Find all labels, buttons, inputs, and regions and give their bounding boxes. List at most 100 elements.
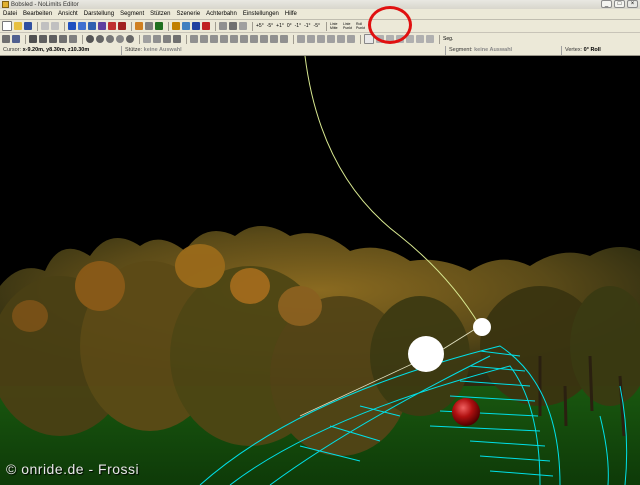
segment-tool-icon[interactable]: [68, 22, 76, 30]
support-tool-icon[interactable]: [327, 35, 335, 43]
roll-point-button[interactable]: Roll Punkt: [356, 22, 366, 30]
train-icon[interactable]: [98, 22, 106, 30]
pin-icon[interactable]: [250, 35, 258, 43]
sphere-icon[interactable]: [126, 35, 134, 43]
new-file-icon[interactable]: [2, 21, 12, 31]
pin-icon[interactable]: [426, 35, 434, 43]
angle-minus5[interactable]: -5°: [267, 23, 273, 29]
separator: [360, 34, 361, 44]
angle-plus5[interactable]: +5°: [256, 23, 264, 29]
pin-icon[interactable]: [270, 35, 278, 43]
control-point-small[interactable]: [473, 318, 491, 336]
pin-icon[interactable]: [200, 35, 208, 43]
angle-zero[interactable]: 0°: [287, 23, 292, 29]
globe-icon[interactable]: [182, 22, 190, 30]
menu-darstellung[interactable]: Darstellung: [81, 11, 117, 17]
pin-icon[interactable]: [230, 35, 238, 43]
sphere-icon[interactable]: [96, 35, 104, 43]
line-point-button[interactable]: Linie Punkt: [343, 22, 353, 30]
separator: [186, 34, 187, 44]
pin-icon[interactable]: [210, 35, 218, 43]
heart-icon[interactable]: [143, 35, 151, 43]
separator: [25, 34, 26, 44]
menu-bearbeiten[interactable]: Bearbeiten: [20, 11, 55, 17]
support-tool-icon[interactable]: [337, 35, 345, 43]
vertex-red-ball[interactable]: [452, 398, 480, 426]
delete-icon[interactable]: [118, 22, 126, 30]
minimize-button[interactable]: _: [601, 0, 612, 8]
link-icon[interactable]: [59, 35, 67, 43]
warning-icon[interactable]: [192, 22, 200, 30]
square-icon[interactable]: [163, 35, 171, 43]
status-segment: Segment: keine Auswahl: [446, 45, 562, 55]
pin-icon[interactable]: [220, 35, 228, 43]
station-icon[interactable]: [108, 22, 116, 30]
pin-icon[interactable]: [190, 35, 198, 43]
separator: [326, 21, 327, 31]
status-bar: Cursor: x-9.20m, y8.30m, z10.30m Stütze:…: [0, 45, 640, 56]
view-icon[interactable]: [229, 22, 237, 30]
control-point-large[interactable]: [408, 336, 444, 372]
angle-plus1[interactable]: +1°: [276, 23, 284, 29]
pin-icon[interactable]: [260, 35, 268, 43]
support-tool-icon[interactable]: [347, 35, 355, 43]
node-icon[interactable]: [49, 35, 57, 43]
menu-hilfe[interactable]: Hilfe: [282, 11, 300, 17]
support-tool-icon[interactable]: [307, 35, 315, 43]
stuetze-label: Stütze:: [125, 46, 143, 53]
stop-icon[interactable]: [202, 22, 210, 30]
cursor-value: x-9.20m, y8.30m, z10.30m: [22, 46, 90, 53]
save-icon[interactable]: [24, 22, 32, 30]
pencil-icon[interactable]: [39, 35, 47, 43]
segment-value: keine Auswahl: [474, 46, 513, 53]
move-icon[interactable]: [135, 22, 143, 30]
view-icon[interactable]: [219, 22, 227, 30]
track-icon[interactable]: [78, 22, 86, 30]
sphere-icon[interactable]: [106, 35, 114, 43]
sphere-icon[interactable]: [116, 35, 124, 43]
diamond-icon[interactable]: [173, 35, 181, 43]
menu-einstellungen[interactable]: Einstellungen: [240, 11, 282, 17]
select-tool-icon[interactable]: [2, 35, 10, 43]
maximize-button[interactable]: □: [614, 0, 625, 8]
menu-stuetzen[interactable]: Stützen: [147, 11, 173, 17]
grid-icon[interactable]: [155, 22, 163, 30]
test-ride-icon[interactable]: [172, 22, 180, 30]
title-bar: Bobsled - NoLimits Editor _ □ ×: [0, 0, 640, 9]
pin-icon[interactable]: [280, 35, 288, 43]
capsule-icon[interactable]: [69, 35, 77, 43]
pin-icon[interactable]: [240, 35, 248, 43]
redo-icon[interactable]: [51, 22, 59, 30]
line-center-button[interactable]: Linie Mitte: [330, 22, 340, 30]
separator: [64, 21, 65, 31]
support-tool-icon[interactable]: [317, 35, 325, 43]
menu-achterbahn[interactable]: Achterbahn: [203, 11, 240, 17]
split-icon[interactable]: [145, 22, 153, 30]
undo-icon[interactable]: [41, 22, 49, 30]
vertex-value: 0° Roll: [583, 46, 601, 53]
menu-ansicht[interactable]: Ansicht: [55, 11, 81, 17]
pencil-icon[interactable]: [29, 35, 37, 43]
angle-minus1[interactable]: -1°: [295, 23, 301, 29]
view-icon[interactable]: [239, 22, 247, 30]
menu-datei[interactable]: Datei: [0, 11, 20, 17]
close-button[interactable]: ×: [627, 0, 638, 8]
scene-svg: [0, 56, 640, 485]
separator: [439, 34, 440, 44]
support-icon[interactable]: [88, 22, 96, 30]
sphere-icon[interactable]: [86, 35, 94, 43]
arrow-icon[interactable]: [12, 35, 20, 43]
seg-button[interactable]: Seg.: [443, 36, 453, 42]
angle-minus1b[interactable]: -1°: [304, 23, 310, 29]
menu-segment[interactable]: Segment: [117, 11, 147, 17]
angle-minus5b[interactable]: -5°: [314, 23, 320, 29]
cursor-label: Cursor:: [3, 46, 22, 53]
open-folder-icon[interactable]: [14, 22, 22, 30]
support-tool-icon[interactable]: [297, 35, 305, 43]
3d-viewport[interactable]: © onride.de - Frossi: [0, 56, 640, 485]
separator: [37, 21, 38, 31]
circle-icon[interactable]: [153, 35, 161, 43]
pin-icon[interactable]: [416, 35, 424, 43]
menu-szenerie[interactable]: Szenerie: [173, 11, 203, 17]
separator: [293, 34, 294, 44]
